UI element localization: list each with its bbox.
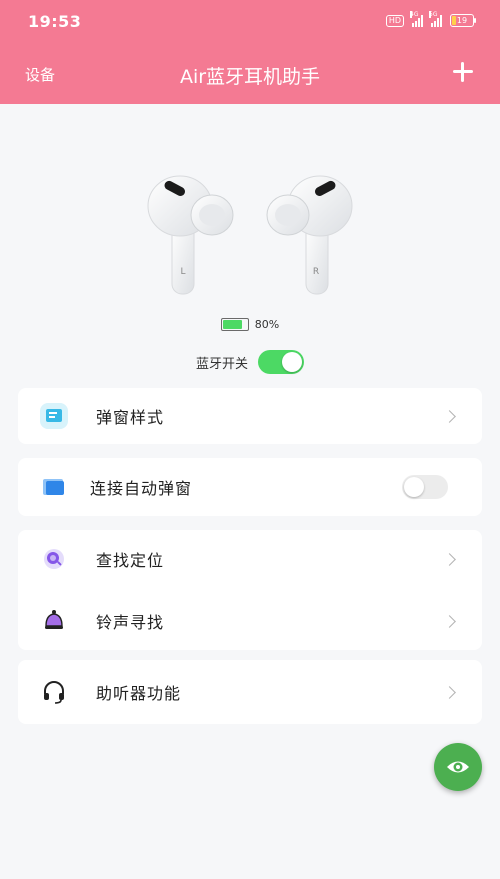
hearing-aid-label: 助听器功能 (96, 684, 182, 703)
hearing-aid-card: 助听器功能 (18, 660, 482, 724)
earbuds-image: L R (147, 175, 353, 295)
find-card: 查找定位 铃声寻找 (18, 530, 482, 650)
popup-style-label: 弹窗样式 (96, 408, 165, 427)
bluetooth-switch-label: 蓝牙开关 (195, 356, 248, 372)
bluetooth-switch-row: 蓝牙开关 (0, 350, 500, 374)
system-icons: HD 4G 5G 19 (385, 10, 476, 27)
auto-popup-icon (43, 479, 64, 495)
page-title: Air蓝牙耳机助手 (179, 66, 321, 88)
popup-style-row[interactable]: 弹窗样式 (18, 388, 482, 444)
hd-badge: HD (385, 14, 404, 27)
left-earbud: L (147, 175, 234, 295)
signal-icon-2: 5G (429, 10, 442, 27)
signal-icon: 4G (410, 10, 423, 27)
hearing-aid-row[interactable]: 助听器功能 (18, 663, 482, 721)
battery-level: 19 (456, 16, 468, 25)
location-search-icon (44, 549, 64, 569)
ring-find-label: 铃声寻找 (96, 613, 165, 632)
auto-popup-label: 连接自动弹窗 (90, 479, 193, 498)
bell-icon (45, 610, 63, 629)
battery-icon: 19 (450, 14, 476, 27)
signal-type-label: 4G (410, 10, 419, 18)
auto-popup-card: 连接自动弹窗 (18, 458, 482, 516)
earbuds-battery: 80% (0, 318, 500, 331)
popup-style-icon (40, 403, 68, 429)
eye-fab-button[interactable] (434, 743, 482, 791)
popup-style-card: 弹窗样式 (18, 388, 482, 444)
status-time: 19:53 (28, 12, 82, 31)
right-bud-mark: R (313, 267, 319, 277)
status-bar: 19:53 HD 4G 5G 19 (0, 0, 500, 42)
eye-icon (447, 761, 469, 773)
plus-icon[interactable] (451, 60, 475, 84)
find-location-row[interactable]: 查找定位 (18, 530, 482, 588)
chevron-right-icon (443, 614, 456, 628)
auto-popup-row: 连接自动弹窗 (18, 458, 482, 516)
signal-type-label-2: 5G (429, 10, 438, 18)
bluetooth-toggle[interactable] (258, 350, 304, 374)
ring-find-row[interactable]: 铃声寻找 (18, 592, 482, 650)
chevron-right-icon (443, 552, 456, 566)
headset-icon (44, 681, 64, 704)
chevron-right-icon (443, 409, 456, 423)
left-bud-mark: L (180, 267, 185, 277)
earbuds-battery-icon (220, 318, 249, 331)
right-earbud: R (266, 175, 353, 295)
app-header: 19:53 HD 4G 5G 19 设备 Air蓝牙耳机助手 (0, 0, 500, 104)
find-location-label: 查找定位 (96, 551, 165, 570)
chevron-right-icon (443, 685, 456, 699)
earbuds-battery-percent: 80% (254, 318, 280, 331)
nav-bar: 设备 Air蓝牙耳机助手 (0, 52, 500, 96)
auto-popup-toggle[interactable] (402, 475, 448, 499)
